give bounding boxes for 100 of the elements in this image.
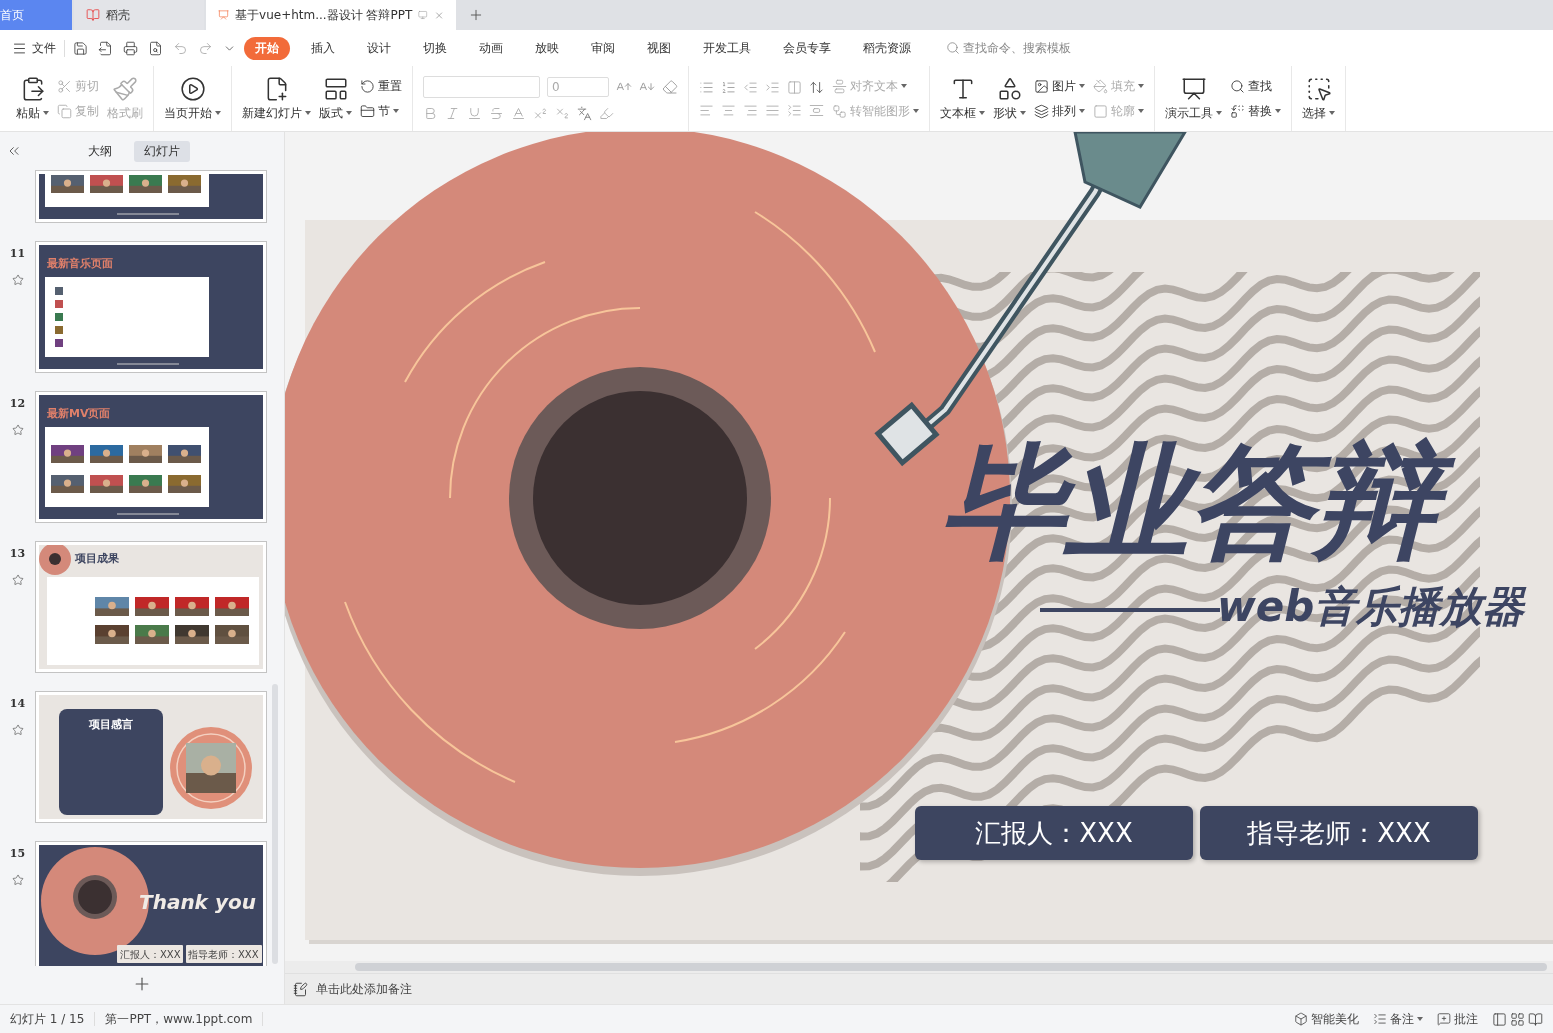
ribbon-tab[interactable]: 会员专享 (772, 36, 842, 60)
scrollbar[interactable] (355, 963, 1547, 971)
ribbon-button[interactable]: 选择 (1302, 75, 1335, 122)
caret-icon (1079, 84, 1085, 88)
beautify-button[interactable]: 智能美化 (1294, 1010, 1359, 1028)
add-tab-icon (468, 7, 484, 23)
ribbon-button[interactable]: 节 (360, 102, 402, 120)
caret-icon (43, 111, 49, 115)
ribbon-tab[interactable]: 稻壳资源 (852, 36, 922, 60)
italic-icon (445, 106, 460, 121)
ribbon-tab[interactable]: 视图 (636, 36, 682, 60)
selection-icon (1305, 75, 1332, 102)
subscript-icon (555, 106, 570, 121)
file-menu[interactable]: 文件 (12, 39, 65, 57)
outline-icon (1093, 103, 1108, 119)
indent-icon (765, 79, 780, 95)
caret-icon (1138, 109, 1144, 113)
name-plate: 指导老师：XXX (1200, 806, 1478, 860)
phonetic-icon (577, 106, 592, 121)
caret-icon (305, 111, 311, 115)
thumbnail-title: 最新音乐页面 (47, 257, 113, 270)
slide-thumbnail[interactable]: 项目感言 (35, 691, 267, 823)
ribbon-button[interactable]: 当页开始 (164, 75, 221, 122)
slide-counter: 幻灯片 1 / 15 (10, 1010, 85, 1028)
ribbon-button[interactable]: 版式 (319, 75, 352, 122)
layout-icon (322, 75, 349, 102)
thumbnail-title: 项目成果 (75, 552, 119, 565)
caret-icon (1329, 111, 1335, 115)
ribbon-tab[interactable]: 审阅 (580, 36, 626, 60)
align-right-icon (743, 102, 758, 118)
document-tab[interactable]: 基于vue+htm...器设计 答辩PPT (206, 0, 456, 30)
ribbon-button[interactable]: 文本框 (940, 75, 985, 122)
replace-icon (1230, 103, 1245, 119)
presentation-icon (1180, 75, 1207, 102)
align-center-icon (721, 102, 736, 118)
caret-icon (1216, 111, 1222, 115)
track-list-drawing (55, 287, 63, 347)
bullets-icon (699, 79, 714, 95)
notes-field[interactable]: 单击此处添加备注 (285, 973, 1553, 1004)
star-icon (11, 424, 24, 436)
comments-button[interactable]: 批注 (1437, 1010, 1478, 1028)
export-icon (98, 40, 113, 56)
ribbon-tab[interactable]: 放映 (524, 36, 570, 60)
star-icon (11, 724, 24, 736)
monitor-icon (418, 9, 428, 21)
ribbon-button[interactable]: 图片 (1034, 77, 1085, 95)
slide-thumbnail[interactable]: 项目成果 (35, 541, 267, 673)
menu-icon (12, 40, 27, 56)
scrollbar[interactable] (272, 684, 278, 964)
section-icon (360, 103, 375, 119)
ribbon-button[interactable]: 粘贴 (16, 75, 49, 122)
theme-name: 第一PPT，www.1ppt.com (105, 1010, 253, 1028)
layers-icon (1034, 103, 1049, 119)
search-icon (1230, 78, 1245, 94)
ribbon-button[interactable]: 演示工具 (1165, 75, 1222, 122)
ribbon-tab[interactable]: 插入 (300, 36, 346, 60)
slide-thumbnail[interactable] (35, 170, 267, 223)
name-plate: 汇报人：XXX (915, 806, 1193, 860)
name-plate: 指导老师：XXX (186, 945, 262, 963)
numbering-icon (721, 79, 736, 95)
ribbon-button[interactable]: 替换 (1230, 102, 1281, 120)
notes-icon (293, 981, 308, 997)
caret-icon (215, 111, 221, 115)
caret-icon (1079, 109, 1085, 113)
caret-icon (1138, 84, 1144, 88)
search-icon (946, 41, 960, 55)
search-field[interactable]: 查找命令、搜索模板 (946, 39, 1071, 57)
ribbon-tab[interactable]: 设计 (356, 36, 402, 60)
ribbon-button[interactable]: 查找 (1230, 77, 1281, 95)
align-text-icon (832, 78, 847, 94)
ribbon-button[interactable]: 形状 (993, 75, 1026, 122)
slide-number: 13 (9, 547, 26, 560)
reset-icon (360, 78, 375, 94)
font-field[interactable] (423, 76, 540, 98)
caret-icon (979, 111, 985, 115)
name-plate: 汇报人：XXX (117, 945, 183, 963)
document-tab[interactable]: 稻壳 (74, 0, 204, 30)
ribbon-button[interactable]: 排列 (1034, 102, 1085, 120)
ribbon-button[interactable]: 新建幻灯片 (242, 75, 311, 122)
brush-icon (112, 75, 138, 102)
print-icon (123, 40, 138, 56)
line-spacing-icon (787, 102, 802, 118)
star-icon (11, 874, 24, 886)
scissors-icon (57, 78, 72, 94)
slide-number: 15 (9, 847, 26, 860)
ribbon-tab[interactable]: 切换 (412, 36, 458, 60)
panel-tab[interactable]: 大纲 (78, 140, 122, 162)
panel-tab[interactable]: 幻灯片 (134, 140, 190, 162)
ribbon-button[interactable]: 重置 (360, 77, 402, 95)
ribbon-tab[interactable]: 开发工具 (692, 36, 762, 60)
ribbon-tab[interactable]: 动画 (468, 36, 514, 60)
normal-view-icon (1492, 1011, 1507, 1027)
caret-icon (1020, 111, 1026, 115)
redo-icon (198, 40, 213, 56)
slide-subtitle: web音乐播放器 (1217, 584, 1525, 631)
copy-icon (57, 103, 72, 119)
notes-button[interactable]: 备注 (1373, 1010, 1423, 1028)
spacing-icon (809, 102, 824, 118)
star-icon (11, 274, 24, 286)
columns-icon (787, 79, 802, 95)
